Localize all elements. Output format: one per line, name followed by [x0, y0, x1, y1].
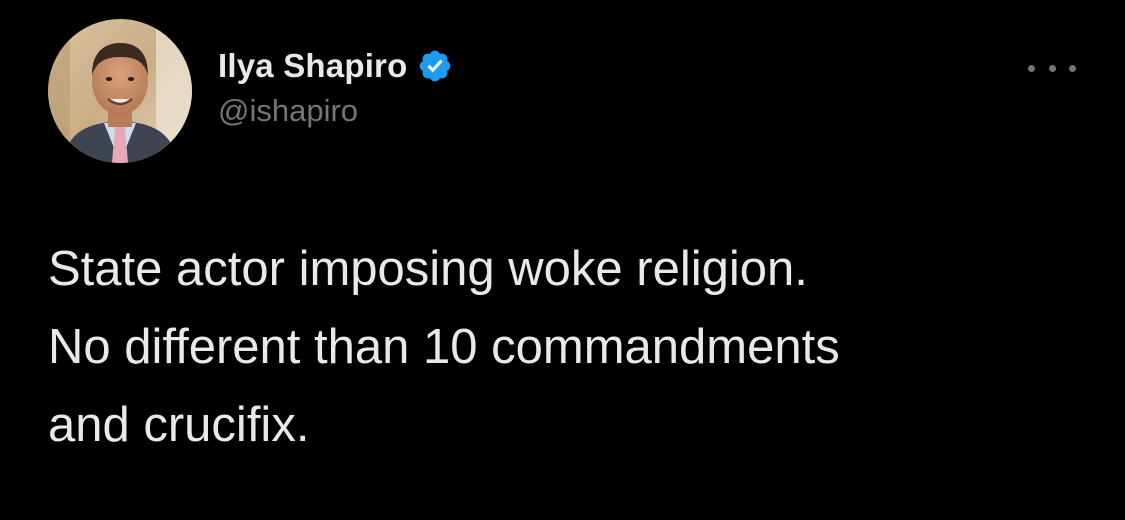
- tweet-text: State actor imposing woke religion. No d…: [48, 230, 1088, 464]
- author-name-row[interactable]: Ilya Shapiro: [218, 44, 453, 88]
- avatar[interactable]: [48, 19, 192, 163]
- tweet-text-line: State actor imposing woke religion.: [48, 242, 808, 296]
- more-horizontal-icon: [1028, 64, 1035, 72]
- more-options-button[interactable]: [1028, 56, 1076, 80]
- verified-badge-icon: [417, 48, 453, 84]
- more-horizontal-icon: [1048, 64, 1056, 72]
- author-display-name[interactable]: Ilya Shapiro: [218, 47, 407, 85]
- author-handle[interactable]: @ishapiro: [218, 93, 453, 129]
- more-horizontal-icon: [1069, 64, 1076, 72]
- tweet-text-line: and crucifix.: [48, 398, 310, 452]
- tweet-text-line: No different than 10 commandments: [48, 320, 840, 374]
- tweet-card[interactable]: Ilya Shapiro @ishapiro State actor impos…: [0, 0, 1125, 520]
- avatar-photo: [48, 19, 192, 163]
- tweet-author: Ilya Shapiro @ishapiro: [218, 44, 453, 129]
